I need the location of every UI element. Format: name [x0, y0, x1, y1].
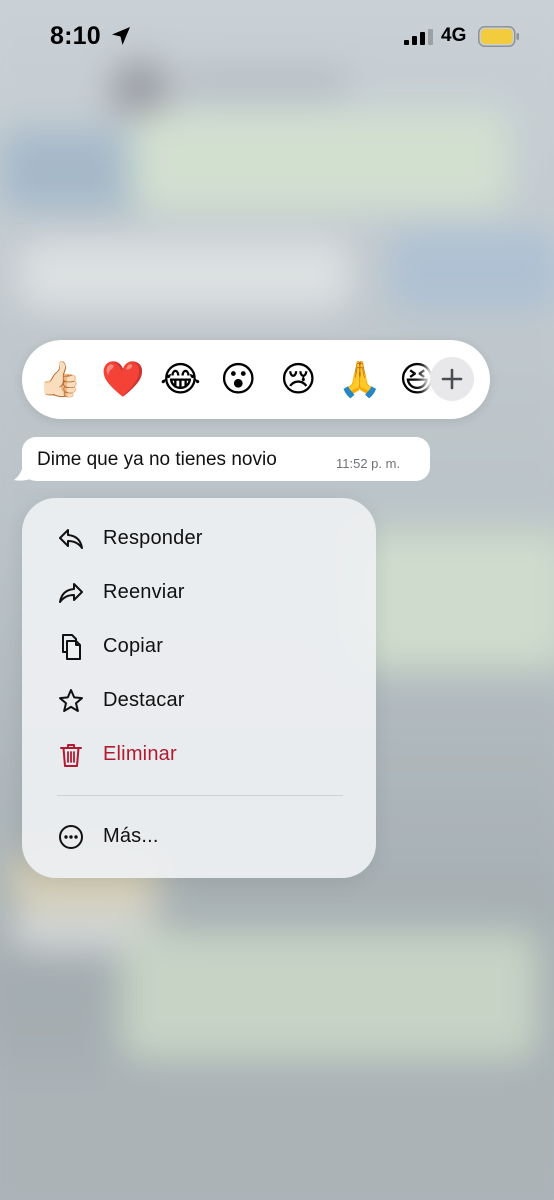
trash-icon	[60, 744, 82, 767]
menu-label-more: Más...	[103, 825, 159, 847]
reaction-thumbs-up[interactable]: 👍🏻	[38, 359, 82, 401]
menu-divider	[57, 795, 343, 796]
reaction-heart[interactable]: ❤️	[101, 359, 145, 401]
reaction-surprised[interactable]: 😮	[220, 359, 257, 401]
status-time: 8:10	[50, 22, 101, 50]
network-type: 4G	[441, 25, 467, 46]
battery-icon	[478, 26, 519, 47]
reaction-crying[interactable]: 😢	[280, 359, 317, 401]
plus-icon	[441, 368, 463, 390]
copy-icon	[62, 634, 81, 660]
reaction-bar: 👍🏻 ❤️ 😂 😮 😢 🙏 😆	[22, 340, 490, 419]
reaction-laughing-tears[interactable]: 😂	[160, 359, 201, 401]
location-arrow-icon	[112, 27, 130, 45]
cellular-signal-icon	[404, 29, 433, 45]
screen: 8:10 4G 👍🏻 ❤️ 😂 😮 😢 🙏 😆 Dime que ya no t…	[0, 0, 554, 1200]
menu-item-delete[interactable]: Eliminar	[22, 728, 376, 782]
message-context-menu: Responder Reenviar Copiar Destacar Elimi…	[22, 498, 376, 878]
message-bubble[interactable]: Dime que ya no tienes novio 11:52 p. m.	[22, 437, 430, 481]
star-icon	[59, 689, 83, 712]
reply-icon	[59, 529, 83, 549]
menu-label-reply: Responder	[103, 527, 203, 549]
menu-item-copy[interactable]: Copiar	[22, 620, 376, 674]
message-timestamp: 11:52 p. m.	[336, 456, 401, 471]
menu-label-star: Destacar	[103, 689, 185, 711]
menu-item-star[interactable]: Destacar	[22, 674, 376, 728]
menu-item-forward[interactable]: Reenviar	[22, 566, 376, 620]
forward-icon	[59, 583, 83, 603]
more-reactions-button[interactable]	[430, 357, 474, 401]
reaction-praying-hands[interactable]: 🙏	[338, 359, 382, 401]
message-text: Dime que ya no tienes novio	[37, 449, 277, 470]
menu-label-forward: Reenviar	[103, 581, 185, 603]
menu-label-delete: Eliminar	[103, 743, 177, 765]
menu-item-more[interactable]: Más...	[22, 810, 376, 864]
more-circle-icon	[59, 825, 83, 849]
status-bar: 8:10 4G	[0, 0, 554, 74]
menu-label-copy: Copiar	[103, 635, 164, 657]
menu-item-reply[interactable]: Responder	[22, 512, 376, 566]
